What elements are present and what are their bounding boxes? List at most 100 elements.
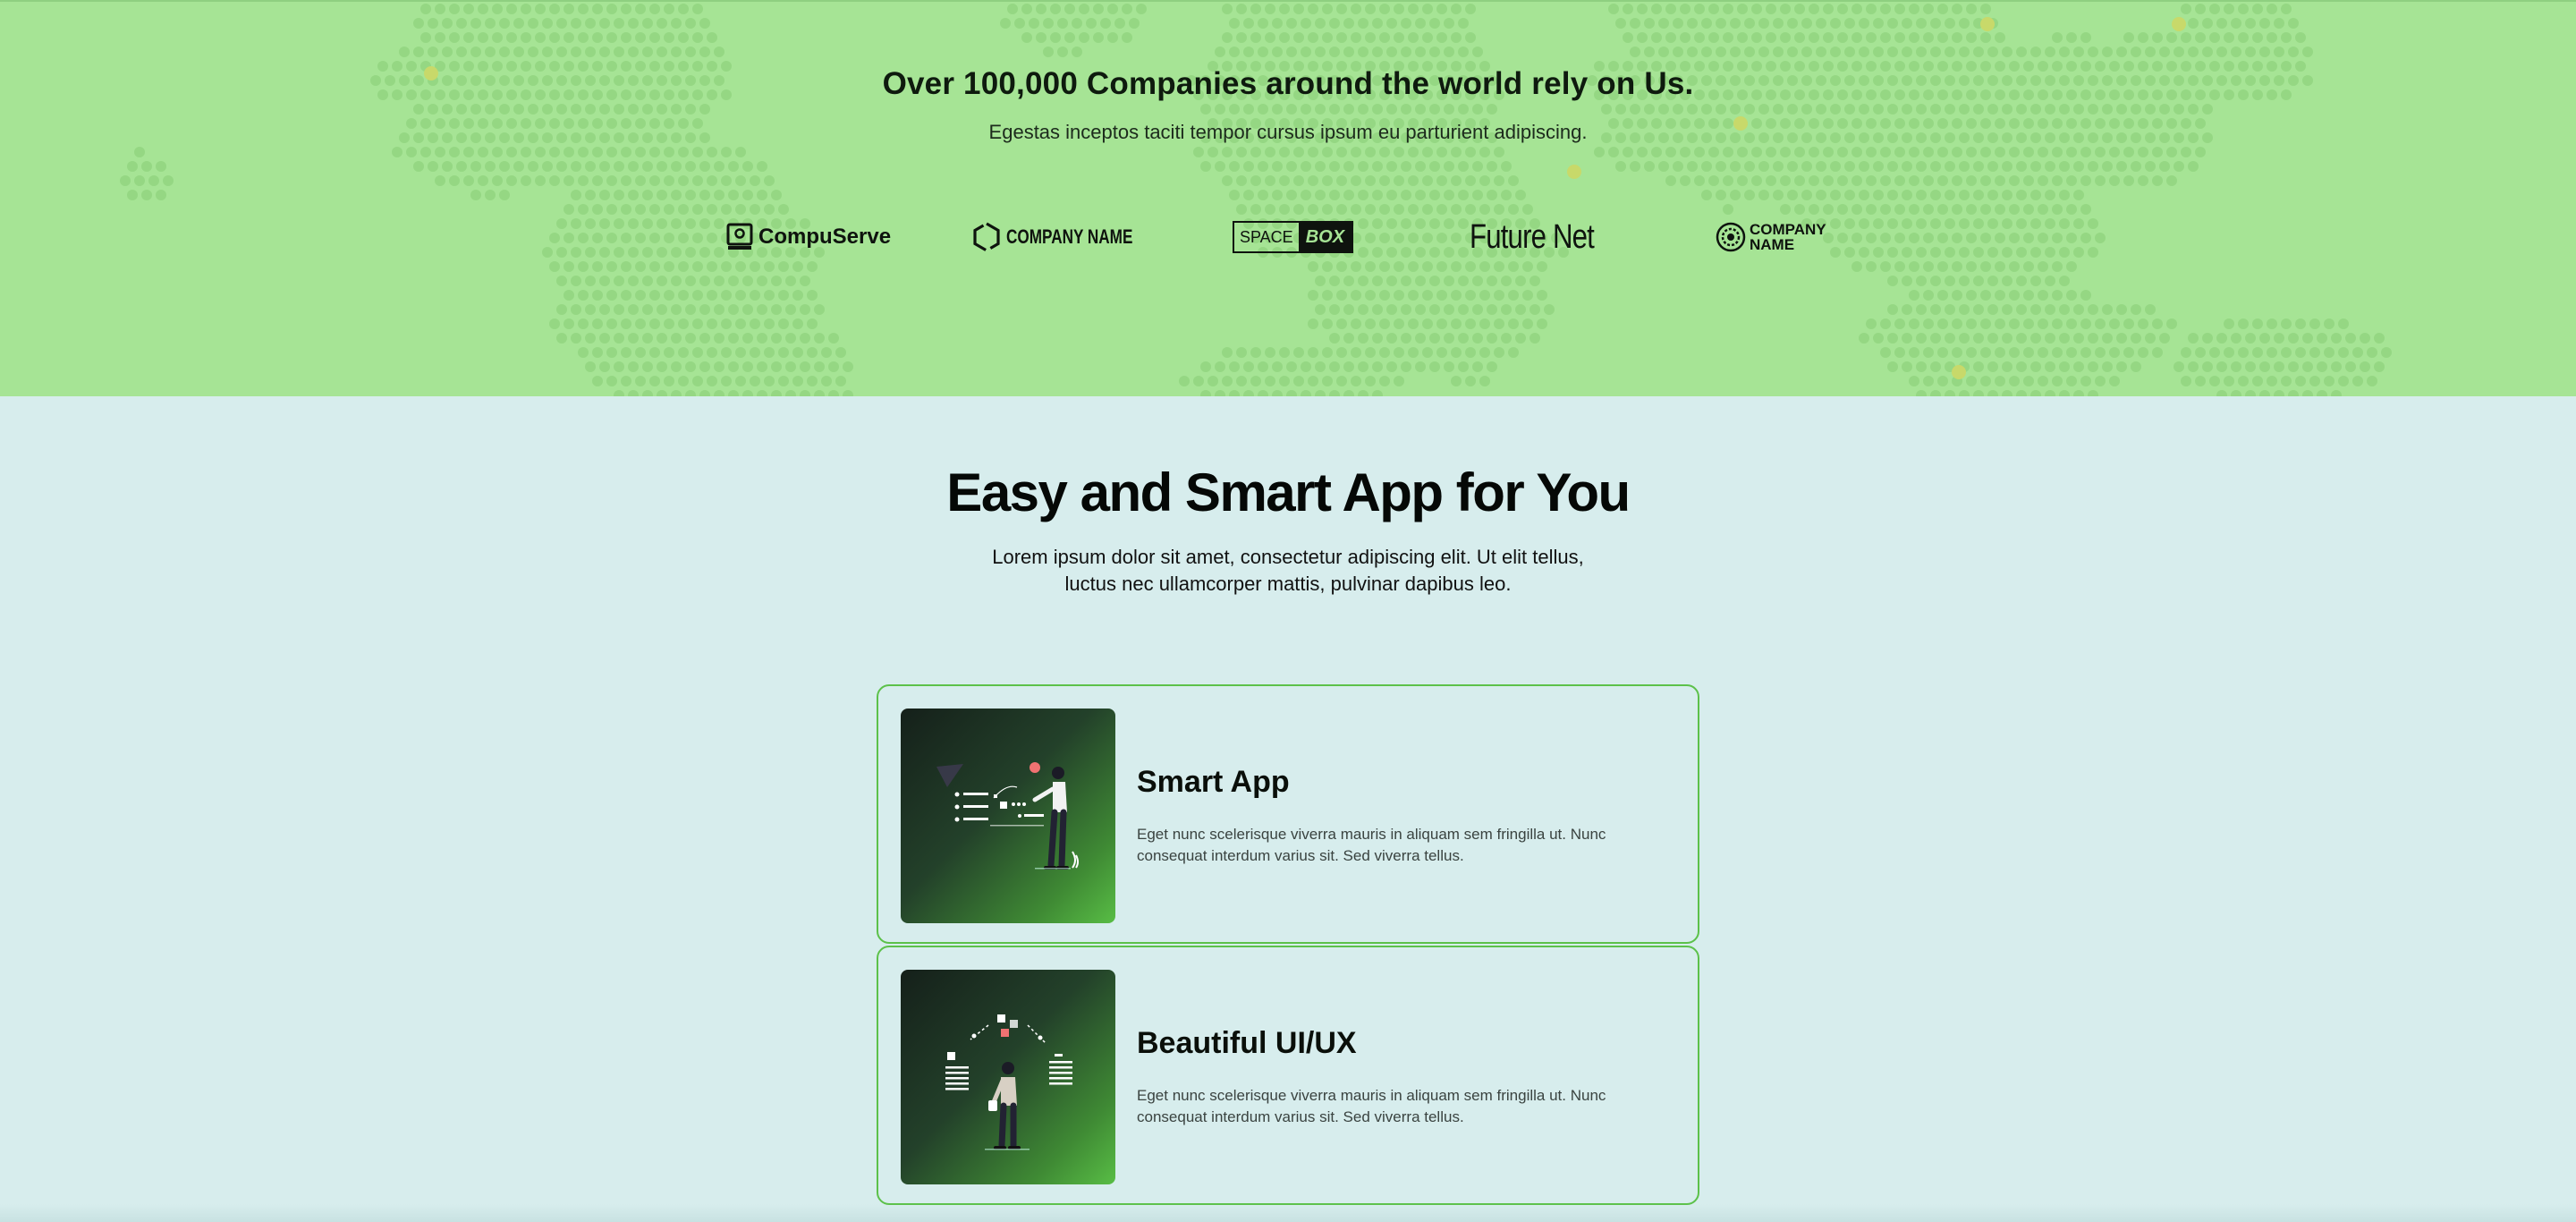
map-dot: [721, 147, 732, 157]
map-dot: [1923, 290, 1934, 301]
map-dot: [134, 147, 145, 157]
map-dot: [814, 333, 825, 344]
map-dot: [1708, 147, 1719, 157]
map-dot: [413, 18, 424, 29]
map-dot: [678, 376, 689, 386]
map-dot: [1351, 204, 1361, 215]
map-dot: [2123, 318, 2134, 329]
logo-company-name-hex[interactable]: COMPANY NAME: [972, 215, 1168, 259]
map-dot: [1458, 161, 1469, 172]
map-dot: [1508, 204, 1519, 215]
map-dot: [728, 161, 739, 172]
map-dot: [778, 290, 789, 301]
logo-future-net[interactable]: Future Net: [1470, 215, 1622, 259]
map-dot: [642, 276, 653, 286]
map-dot: [1358, 190, 1368, 200]
map-dot: [1873, 18, 1884, 29]
map-dot: [1880, 261, 1891, 272]
map-dot: [1787, 104, 1798, 115]
map-dot: [1973, 361, 1984, 372]
map-dot: [399, 47, 410, 57]
map-dot: [1315, 47, 1326, 57]
map-dot: [2080, 147, 2091, 157]
map-dot: [621, 318, 631, 329]
map-dot: [2009, 261, 2020, 272]
logo-company-name-emblem[interactable]: COMPANY NAME: [1716, 215, 1826, 259]
map-dot: [1358, 104, 1368, 115]
map-dot: [1250, 4, 1261, 14]
map-dot: [785, 390, 796, 396]
map-dot: [621, 290, 631, 301]
map-dot: [1859, 161, 1869, 172]
map-dot: [1401, 333, 1411, 344]
map-dot: [1200, 161, 1211, 172]
map-dot: [1215, 47, 1225, 57]
map-dot: [1809, 32, 1819, 43]
map-dot: [1522, 261, 1533, 272]
map-dot: [2002, 161, 2012, 172]
map-dot: [1372, 47, 1383, 57]
map-dot: [2202, 104, 2213, 115]
map-dot: [1415, 47, 1426, 57]
map-dot: [1286, 361, 1297, 372]
map-dot: [1766, 147, 1776, 157]
map-dot: [1293, 4, 1304, 14]
map-dot: [1945, 18, 1955, 29]
logo-compuserve[interactable]: CompuServe: [726, 215, 891, 259]
map-dot: [606, 347, 617, 358]
map-dot: [1372, 18, 1383, 29]
map-dot: [664, 347, 674, 358]
map-dot: [1937, 261, 1948, 272]
map-dot: [1880, 347, 1891, 358]
map-dot: [1436, 261, 1447, 272]
map-dot: [671, 333, 682, 344]
card-text: Eget nunc scelerisque viverra mauris in …: [1137, 826, 1606, 864]
map-dot: [2209, 376, 2220, 386]
map-dot: [2131, 304, 2141, 315]
map-dot: [1222, 4, 1233, 14]
feature-card-smart-app[interactable]: Smart App Eget nunc scelerisque viverra …: [877, 684, 1699, 944]
feature-card-beautiful-uiux[interactable]: Beautiful UI/UX Eget nunc scelerisque vi…: [877, 946, 1699, 1205]
map-dot: [1987, 333, 1998, 344]
map-dot: [1773, 190, 1784, 200]
map-dot: [2123, 32, 2134, 43]
map-dot: [1415, 104, 1426, 115]
map-dot: [1995, 147, 2005, 157]
map-dot: [1866, 204, 1877, 215]
map-dot: [1057, 18, 1068, 29]
map-dot: [2052, 290, 2063, 301]
map-dot: [442, 18, 453, 29]
map-dot: [800, 304, 810, 315]
map-dot: [1243, 390, 1254, 396]
map-dot: [2045, 333, 2055, 344]
map-dot: [2038, 175, 2048, 186]
map-dot: [1515, 190, 1526, 200]
map-dot: [1379, 290, 1390, 301]
map-dot: [1215, 390, 1225, 396]
map-dot: [821, 347, 832, 358]
map-dot: [1308, 32, 1318, 43]
map-dot: [2002, 104, 2012, 115]
map-dot: [1723, 175, 1733, 186]
map-dot: [1959, 47, 1970, 57]
map-dot: [2145, 47, 2156, 57]
map-dot: [1351, 4, 1361, 14]
map-dot: [2059, 104, 2070, 115]
map-dot: [1801, 104, 1812, 115]
map-dot: [2281, 4, 2292, 14]
map-dot: [800, 333, 810, 344]
logo-space-box[interactable]: SPACE BOX: [1233, 215, 1354, 259]
map-dot: [1730, 18, 1741, 29]
map-dot: [478, 147, 488, 157]
map-dot: [2309, 376, 2320, 386]
map-dot: [649, 147, 660, 157]
map-dot: [2073, 304, 2084, 315]
map-dot: [592, 376, 603, 386]
map-dot: [1429, 161, 1440, 172]
map-dot: [1995, 204, 2005, 215]
logo-future-net-text: Future Net: [1470, 217, 1595, 256]
map-dot: [714, 276, 724, 286]
map-dot: [1429, 18, 1440, 29]
world-map-background: [120, 4, 2392, 396]
map-dot: [1973, 304, 1984, 315]
